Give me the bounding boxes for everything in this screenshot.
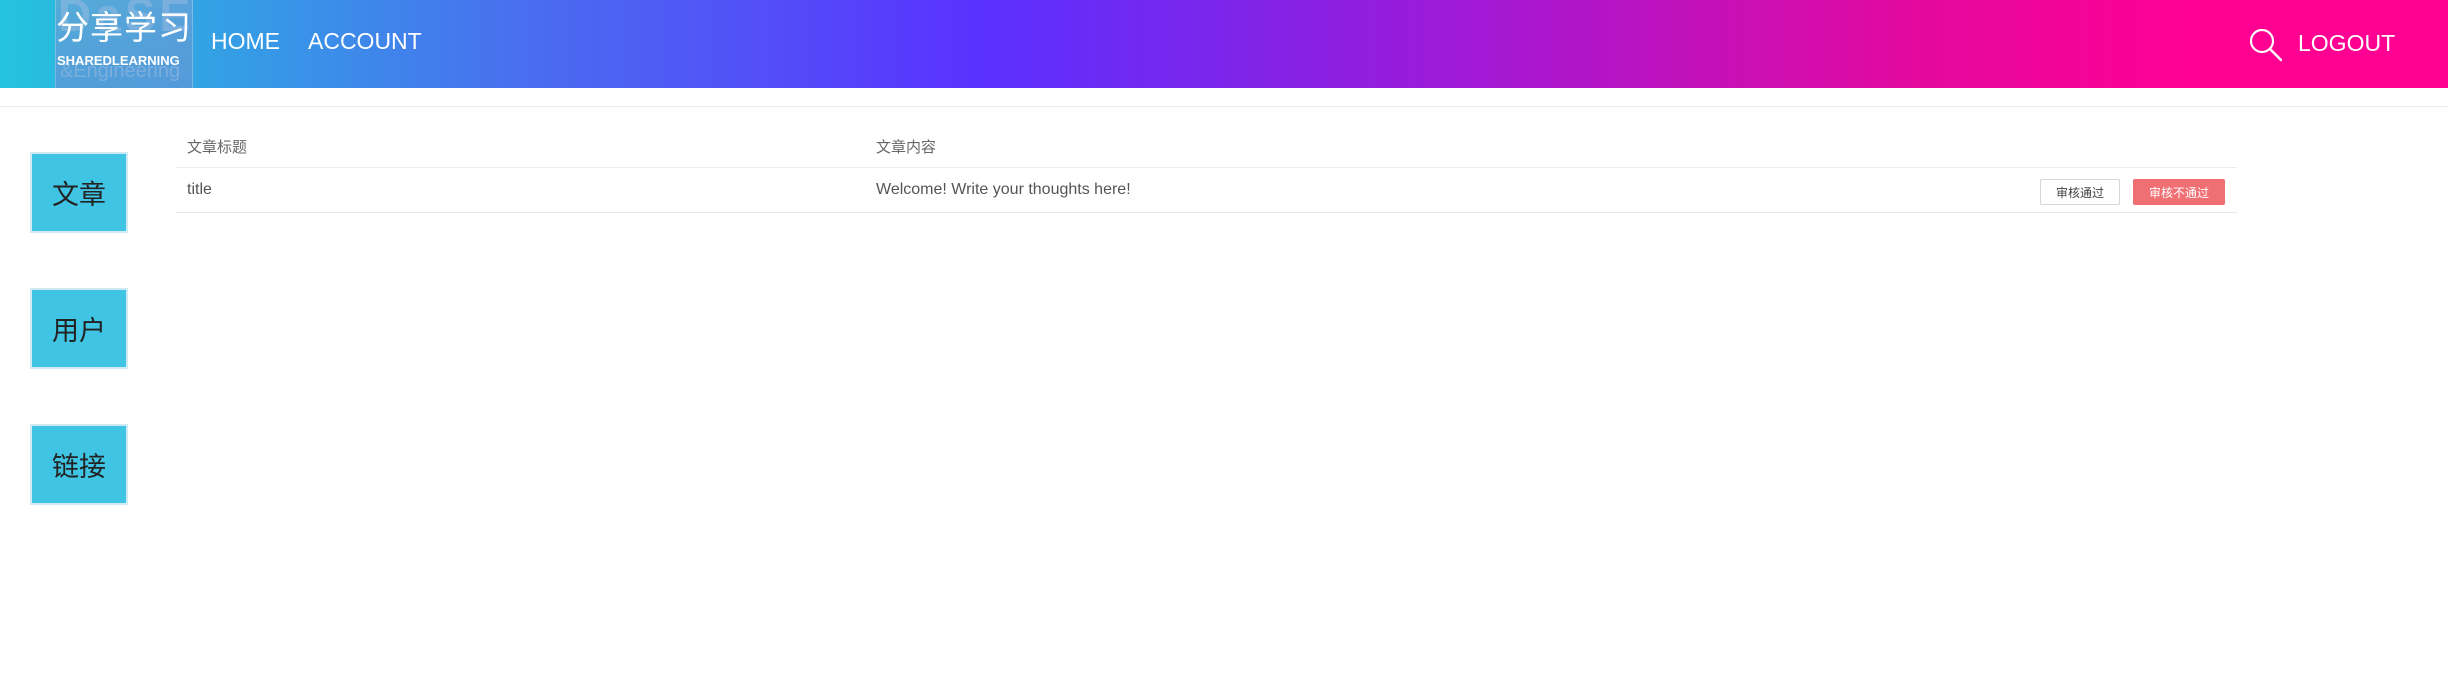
column-header-title: 文章标题 (187, 138, 248, 156)
header-divider (0, 106, 2448, 107)
approve-button[interactable]: 审核通过 (2040, 179, 2120, 205)
table-header: 文章标题 文章内容 (176, 125, 2237, 168)
articles-table: 文章标题 文章内容 title Welcome! Write your thou… (176, 125, 2237, 213)
article-content-cell: Welcome! Write your thoughts here! (876, 181, 1131, 198)
logo-title: 分享学习 (56, 8, 192, 47)
sidebar-item-links[interactable]: 链接 (30, 424, 128, 505)
article-title-cell: title (187, 181, 212, 198)
column-header-content: 文章内容 (876, 138, 937, 156)
search-icon (2249, 28, 2283, 62)
top-nav-bar: DaSE &Engineering 分享学习 SHAREDLEARNING HO… (0, 0, 2448, 88)
sidebar-item-users[interactable]: 用户 (30, 288, 128, 369)
logo-subtitle: SHAREDLEARNING (57, 53, 180, 68)
site-logo[interactable]: DaSE &Engineering 分享学习 SHAREDLEARNING (55, 0, 193, 88)
sidebar-item-articles[interactable]: 文章 (30, 152, 128, 233)
reject-button[interactable]: 审核不通过 (2133, 179, 2225, 205)
search-button[interactable] (2248, 27, 2284, 63)
logout-link[interactable]: LOGOUT (2298, 30, 2395, 56)
table-row: title Welcome! Write your thoughts here!… (176, 168, 2237, 213)
nav-account-link[interactable]: ACCOUNT (308, 28, 422, 54)
nav-home-link[interactable]: HOME (211, 28, 280, 54)
